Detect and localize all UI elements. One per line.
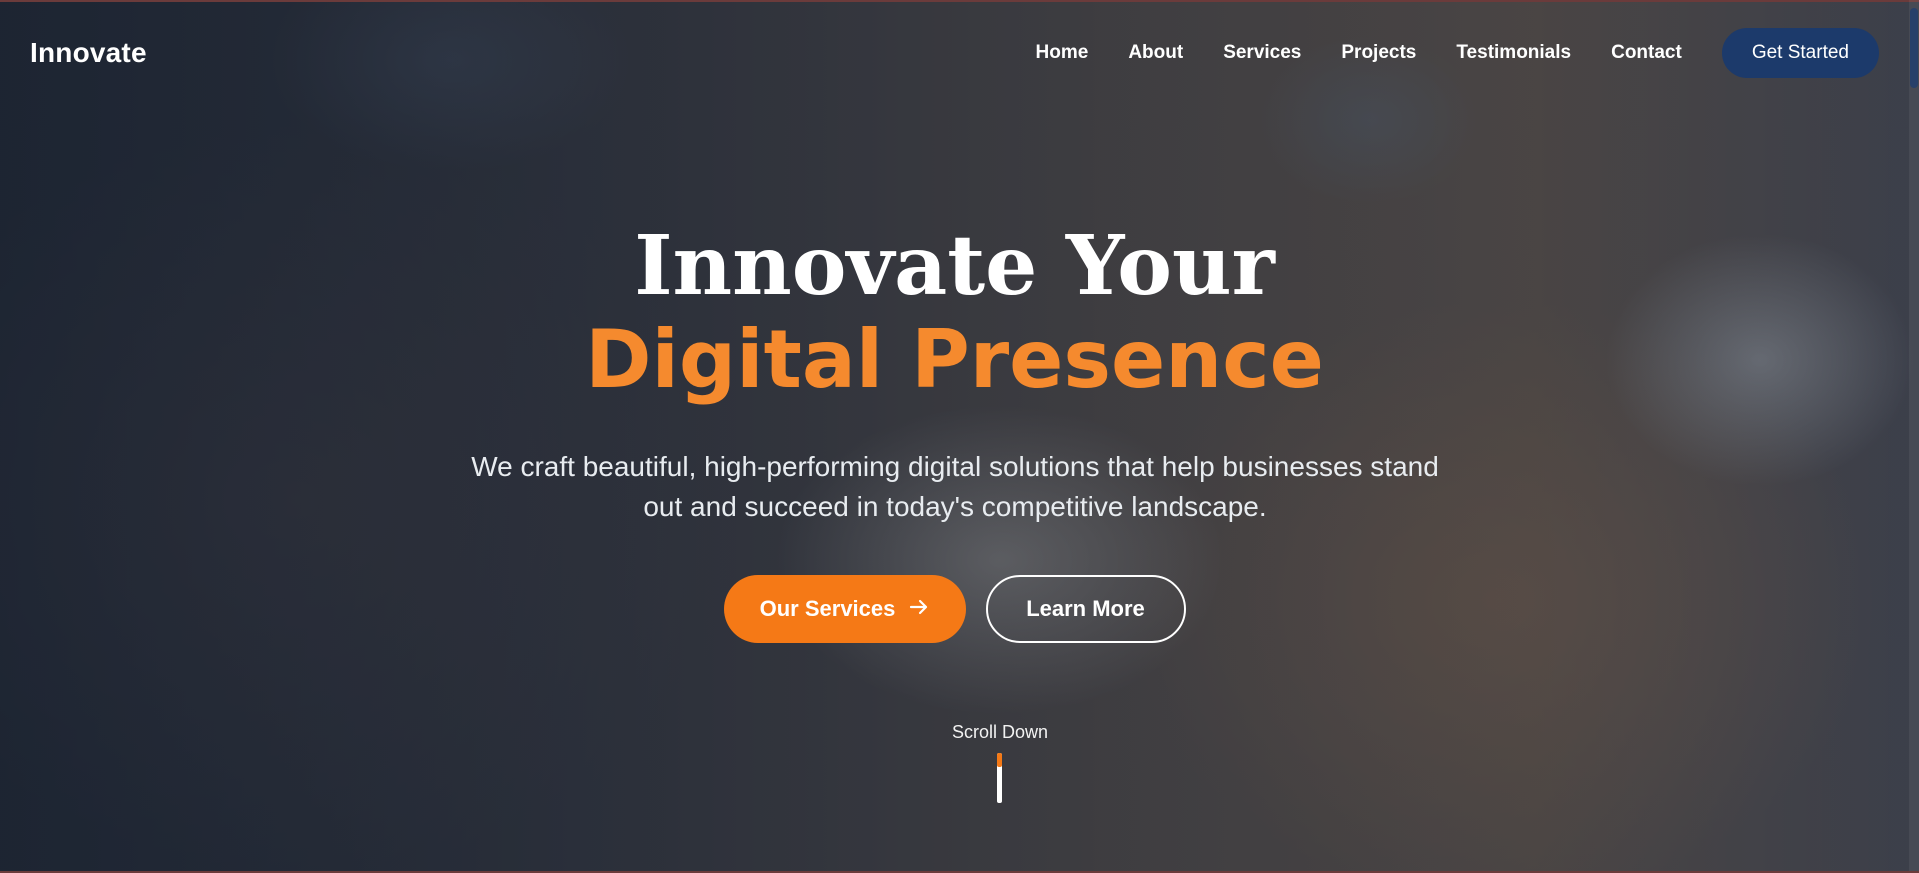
nav-link-contact[interactable]: Contact — [1611, 42, 1682, 64]
hero-title-line1: Innovate Your — [634, 218, 1275, 314]
arrow-right-icon — [909, 598, 929, 620]
learn-more-button[interactable]: Learn More — [985, 575, 1186, 643]
hero-button-row: Our Services Learn More — [0, 575, 1909, 643]
nav-link-home[interactable]: Home — [1036, 42, 1089, 64]
navbar: Innovate Home About Services Projects Te… — [0, 0, 1909, 106]
hero-title-line2: Digital Presence — [585, 313, 1324, 406]
our-services-label: Our Services — [759, 596, 896, 621]
our-services-button[interactable]: Our Services — [723, 575, 966, 643]
get-started-button[interactable]: Get Started — [1721, 28, 1879, 78]
nav-link-testimonials[interactable]: Testimonials — [1456, 42, 1571, 64]
nav-links: Home About Services Projects Testimonial… — [1036, 42, 1682, 64]
brand-logo[interactable]: Innovate — [30, 37, 147, 69]
nav-link-about[interactable]: About — [1128, 42, 1183, 64]
hero-description: We craft beautiful, high-performing digi… — [471, 451, 1439, 522]
scroll-indicator-progress — [997, 753, 1002, 767]
nav-link-projects[interactable]: Projects — [1341, 42, 1416, 64]
nav-link-services[interactable]: Services — [1223, 42, 1301, 64]
scroll-down-label[interactable]: Scroll Down — [0, 722, 1919, 743]
nav-right: Home About Services Projects Testimonial… — [1036, 28, 1879, 78]
page-scrollbar[interactable] — [1909, 0, 1919, 873]
scrollbar-thumb[interactable] — [1910, 8, 1918, 88]
